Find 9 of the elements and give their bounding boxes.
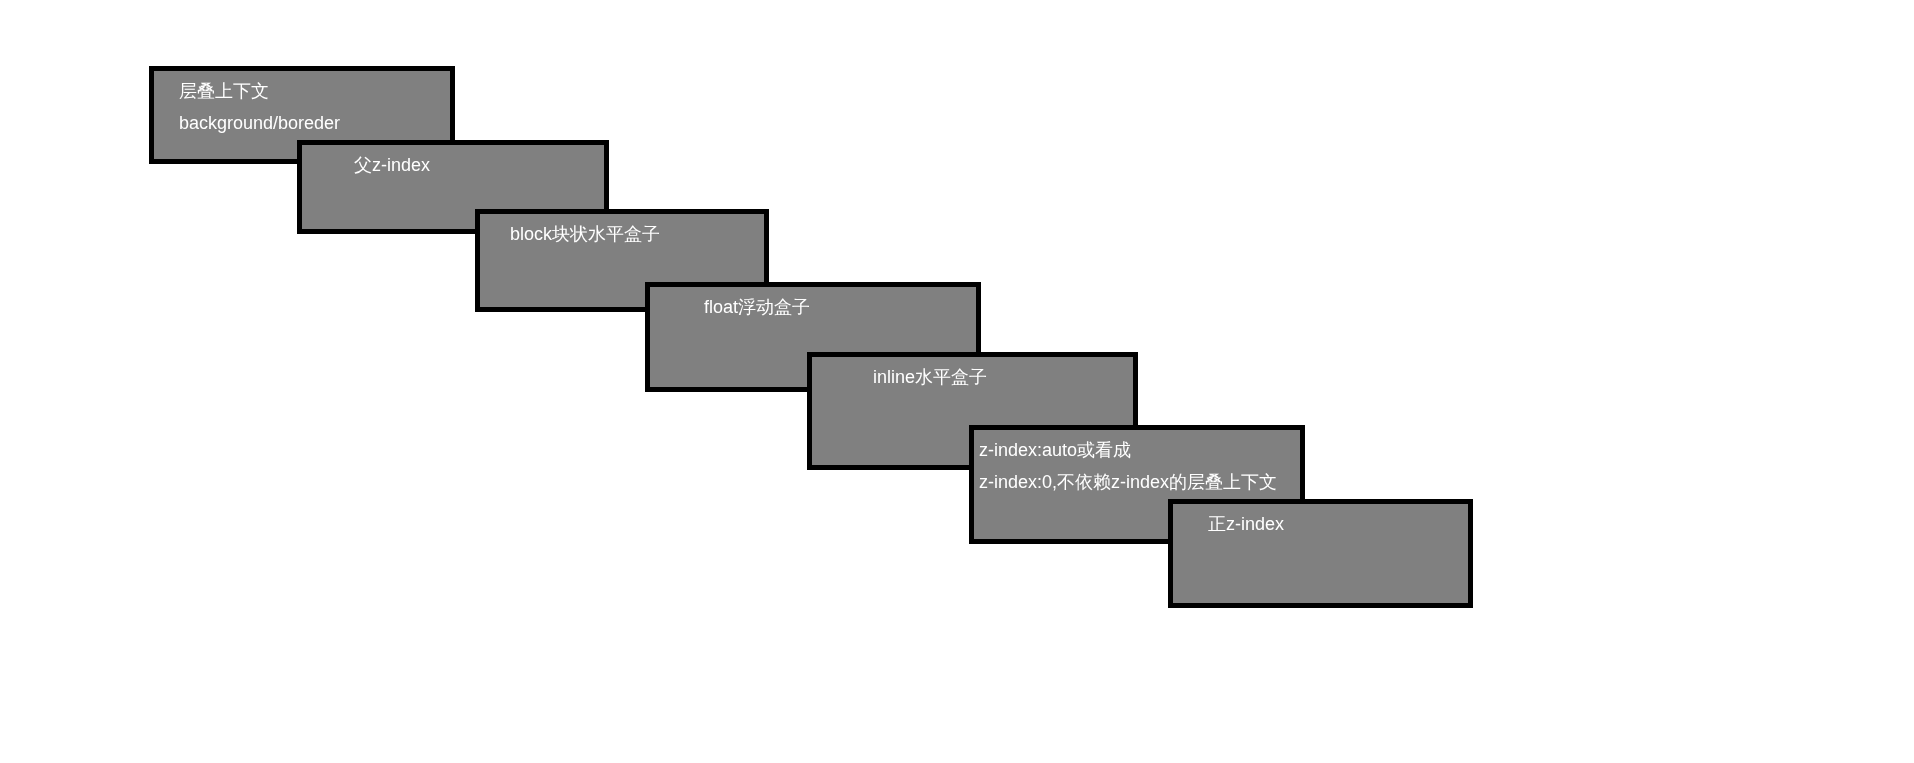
box-label: z-index:auto或看成 [979, 439, 1132, 462]
box-label: inline水平盒子 [873, 366, 988, 389]
box-label: 正z-index [1208, 513, 1285, 536]
box-label: 层叠上下文 [179, 80, 269, 103]
box-label: block块状水平盒子 [510, 223, 661, 246]
box-label: background/boreder [179, 112, 341, 135]
box-label: float浮动盒子 [704, 296, 811, 319]
box-label: 父z-index [354, 154, 431, 177]
box-label: z-index:0,不依赖z-index的层叠上下文 [979, 471, 1278, 494]
